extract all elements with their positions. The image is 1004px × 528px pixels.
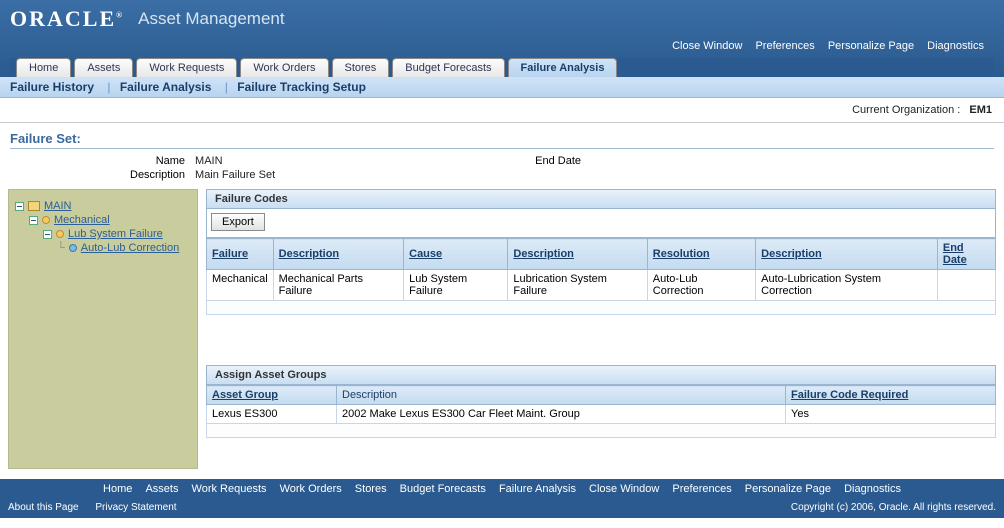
content-panel: Failure Codes Export Failure Description… (206, 189, 996, 469)
tab-assets[interactable]: Assets (74, 58, 133, 77)
table-row-empty (207, 424, 996, 438)
footer-link[interactable]: Assets (145, 483, 178, 495)
col-cause-desc[interactable]: Description (513, 248, 574, 260)
sub-tabs: Failure History | Failure Analysis | Fai… (0, 77, 1004, 98)
personalize-page-link[interactable]: Personalize Page (828, 40, 914, 52)
diagnostics-link[interactable]: Diagnostics (927, 40, 984, 52)
collapse-icon[interactable] (29, 216, 38, 225)
brand-logo: ORACLE® (10, 6, 124, 32)
tree-node-auto-lub[interactable]: └ Auto-Lub Correction (57, 242, 191, 254)
footer-link[interactable]: Personalize Page (745, 483, 831, 495)
footer-links: Home Assets Work Requests Work Orders St… (0, 479, 1004, 499)
privacy-statement-link[interactable]: Privacy Statement (95, 502, 176, 513)
subtab-failure-analysis[interactable]: Failure Analysis (120, 80, 212, 94)
footer-link[interactable]: Stores (355, 483, 387, 495)
tree-node-root[interactable]: MAIN (15, 200, 191, 212)
node-icon (56, 230, 64, 238)
tree-link-main[interactable]: MAIN (44, 200, 72, 212)
copyright: Copyright (c) 2006, Oracle. All rights r… (791, 502, 996, 513)
footer-link[interactable]: Failure Analysis (499, 483, 576, 495)
leaf-icon: └ (57, 242, 65, 254)
table-row[interactable]: Mechanical Mechanical Parts Failure Lub … (207, 270, 996, 301)
tab-work-requests[interactable]: Work Requests (136, 58, 237, 77)
tree-node-mechanical[interactable]: Mechanical (29, 214, 191, 226)
col-failure-desc[interactable]: Description (279, 248, 340, 260)
tree-link-lub-system[interactable]: Lub System Failure (68, 228, 163, 240)
col-cause[interactable]: Cause (409, 248, 442, 260)
tree-panel: MAIN Mechanical Lub System Failure └ Aut… (8, 189, 198, 469)
close-window-link[interactable]: Close Window (672, 40, 742, 52)
tab-work-orders[interactable]: Work Orders (240, 58, 328, 77)
name-label: Name (130, 155, 185, 167)
col-end-date[interactable]: End Date (943, 242, 967, 266)
preferences-link[interactable]: Preferences (755, 40, 814, 52)
organization-row: Current Organization : EM1 (0, 98, 1004, 123)
export-button[interactable]: Export (211, 213, 265, 231)
desc-value: Main Failure Set (195, 169, 275, 181)
tab-home[interactable]: Home (16, 58, 71, 77)
col-resolution[interactable]: Resolution (653, 248, 710, 260)
end-date-label: End Date (535, 155, 581, 181)
footer-link[interactable]: Home (103, 483, 132, 495)
tab-failure-analysis[interactable]: Failure Analysis (508, 58, 618, 77)
col-failure[interactable]: Failure (212, 248, 248, 260)
app-title: Asset Management (138, 9, 284, 29)
node-icon (69, 244, 77, 252)
asset-groups-table: Asset Group Description Failure Code Req… (206, 385, 996, 438)
footer-link[interactable]: Budget Forecasts (400, 483, 486, 495)
tab-stores[interactable]: Stores (332, 58, 390, 77)
footer-link[interactable]: Work Orders (280, 483, 342, 495)
collapse-icon[interactable] (43, 230, 52, 239)
global-links: Close Window Preferences Personalize Pag… (10, 32, 994, 58)
subtab-failure-history[interactable]: Failure History (10, 80, 94, 94)
col-resolution-desc[interactable]: Description (761, 248, 822, 260)
col-code-required[interactable]: Failure Code Required (791, 389, 908, 401)
about-this-page-link[interactable]: About this Page (8, 502, 79, 513)
footer-link[interactable]: Work Requests (192, 483, 267, 495)
name-value: MAIN (195, 155, 275, 167)
org-value: EM1 (969, 104, 992, 116)
tree-link-mechanical[interactable]: Mechanical (54, 214, 110, 226)
app-header: ORACLE® Asset Management Close Window Pr… (0, 0, 1004, 77)
asset-groups-header: Assign Asset Groups (206, 365, 996, 385)
desc-label: Description (130, 169, 185, 181)
footer-link[interactable]: Close Window (589, 483, 659, 495)
tab-budget-forecasts[interactable]: Budget Forecasts (392, 58, 504, 77)
primary-tabs: Home Assets Work Requests Work Orders St… (10, 58, 994, 77)
failure-set-form: Name MAIN Description Main Failure Set E… (10, 155, 1004, 181)
failure-codes-table: Failure Description Cause Description Re… (206, 238, 996, 315)
tree-link-auto-lub[interactable]: Auto-Lub Correction (81, 242, 179, 254)
footer: Home Assets Work Requests Work Orders St… (0, 479, 1004, 518)
failure-codes-header: Failure Codes (206, 189, 996, 209)
node-icon (42, 216, 50, 224)
footer-link[interactable]: Diagnostics (844, 483, 901, 495)
table-row-empty (207, 301, 996, 315)
subtab-failure-tracking-setup[interactable]: Failure Tracking Setup (237, 80, 366, 94)
col-asset-group[interactable]: Asset Group (212, 389, 278, 401)
col-ag-desc: Description (337, 386, 786, 405)
section-title: Failure Set: (10, 131, 994, 149)
tree-node-lub-system[interactable]: Lub System Failure (43, 228, 191, 240)
footer-link[interactable]: Preferences (672, 483, 731, 495)
table-row[interactable]: Lexus ES300 2002 Make Lexus ES300 Car Fl… (207, 405, 996, 424)
folder-icon (28, 201, 40, 211)
org-label: Current Organization : (852, 104, 960, 116)
collapse-icon[interactable] (15, 202, 24, 211)
